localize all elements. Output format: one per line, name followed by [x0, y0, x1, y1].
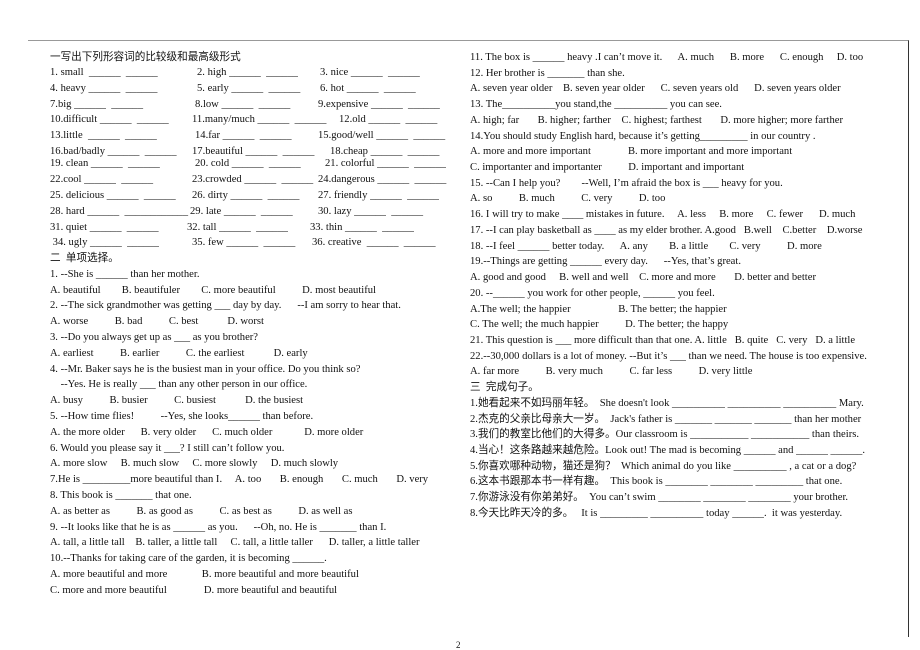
question-line: C. importanter and importanter D. import… — [470, 162, 745, 174]
question-line: 8. This book is _______ that one. — [50, 490, 192, 501]
question-line: --Yes. He is really ___ than any other p… — [50, 379, 308, 391]
exercise-item: 15.good/well ______ ______ — [318, 130, 446, 141]
exercise-item: 26. dirty ______ ______ — [192, 190, 300, 201]
question-line: 19.--Things are getting ______ every day… — [470, 256, 741, 268]
exercise-item: 22.cool ______ ______ — [50, 174, 153, 185]
question-line: 2.杰克的父亲比母亲大一岁。 Jack's father is _______ … — [470, 413, 862, 425]
question-line: 8.今天比昨天冷的多。 It is _________ __________ t… — [470, 507, 843, 519]
question-line: C. more and more beautiful D. more beaut… — [50, 584, 338, 596]
question-line: 17. --I can play basketball as ____ as m… — [470, 224, 863, 236]
question-line: A. good and good B. well and well C. mor… — [470, 272, 816, 284]
section-heading-3: 三 完成句子。 — [470, 382, 539, 394]
question-line: 7.你游泳没有你弟弟好。 You can’t swim ________ ___… — [470, 492, 849, 504]
question-line: 16. I will try to make ____ mistakes in … — [470, 209, 856, 221]
question-line: A. the more older B. very older C. much … — [50, 426, 364, 438]
exercise-item: 11.many/much ______ ______ — [192, 114, 327, 125]
exercise-item: 9.expensive ______ ______ — [318, 99, 440, 110]
question-line: 4. --Mr. Baker says he is the busiest ma… — [50, 363, 361, 375]
section-heading-1: 一写出下列形容词的比较级和最高级形式 — [50, 52, 241, 63]
question-line: A. earliest B. earlier C. the earliest D… — [50, 347, 308, 359]
section-heading-2: 二 单项选择。 — [50, 253, 119, 264]
exercise-item: 7.big ______ ______ — [50, 99, 143, 110]
exercise-item: 10.difficult ______ ______ — [50, 114, 169, 125]
question-line: A. as better as B. as good as C. as best… — [50, 505, 353, 517]
question-line: A. more slow B. much slow C. more slowly… — [50, 458, 339, 470]
question-line: A. high; far B. higher; farther C. highe… — [470, 114, 844, 126]
question-line: 1. --She is ______ than her mother. — [50, 268, 200, 280]
question-line: A. beautiful B. beautifuler C. more beau… — [50, 284, 376, 296]
exercise-item: 29. late ______ ______ — [190, 206, 293, 217]
question-line: A. tall, a little tall B. taller, a litt… — [50, 537, 420, 549]
question-line: 6. Would you please say it ___? I still … — [50, 442, 285, 454]
exercise-item: 30. lazy ______ ______ — [318, 206, 424, 217]
exercise-item: 13.little ______ ______ — [50, 130, 157, 141]
exercise-item: 33. thin ______ ______ — [310, 222, 414, 233]
exercise-item: 25. delicious ______ ______ — [50, 190, 176, 201]
question-line: 13. The__________you stand,the _________… — [470, 99, 722, 111]
exercise-item: 16.bad/badly ______ ______ — [50, 146, 177, 157]
question-line: A.The well; the happier B. The better; t… — [470, 303, 727, 315]
exercise-item: 12.old ______ ______ — [339, 114, 438, 125]
exercise-item: 27. friendly ______ ______ — [318, 190, 439, 201]
question-line: 11. The box is ______ heavy .I can’t mov… — [470, 52, 864, 63]
question-line: A. seven year older B. seven year older … — [470, 83, 841, 95]
exercise-item: 14.far ______ ______ — [195, 130, 292, 141]
question-line: 4.当心！这条路越来越危险。Look out! The mad is becom… — [470, 445, 865, 456]
exercise-item: 32. tall ______ ______ — [187, 222, 288, 233]
question-line: A. worse B. bad C. best D. worst — [50, 316, 264, 328]
question-line: 3.我们的教室比他们的大得多。Our classroom is ________… — [470, 429, 860, 441]
exercise-item: 17.beautiful ______ ______ — [192, 146, 315, 157]
question-line: 6.这本书跟那本书一样有趣。 This book is ________ ___… — [470, 476, 843, 488]
question-line: 21. This question is ___ more difficult … — [470, 334, 856, 346]
question-line: 14.You should study English hard, becaus… — [470, 130, 816, 142]
question-line: 10.--Thanks for taking care of the garde… — [50, 553, 327, 565]
exercise-item: 6. hot ______ ______ — [320, 83, 416, 94]
exercise-item: 35. few ______ ______ — [192, 237, 296, 248]
exercise-item: 2. high ______ ______ — [197, 67, 298, 78]
exercise-item: 8.low ______ ______ — [195, 99, 291, 110]
exercise-item: 5. early ______ ______ — [197, 83, 301, 94]
question-line: 1.她看起来不如玛丽年轻。 She doesn't look _________… — [470, 397, 864, 409]
page-number: 2 — [456, 640, 461, 650]
exercise-item: 31. quiet ______ ______ — [50, 222, 159, 233]
question-line: 5. --How time flies! --Yes, she looks___… — [50, 411, 314, 422]
question-line: A. more and more important B. more impor… — [470, 146, 793, 158]
exercise-item: 18.cheap ______ ______ — [330, 146, 440, 157]
question-line: A. busy B. busier C. busiest D. the busi… — [50, 395, 304, 407]
question-line: 2. --The sick grandmother was getting __… — [50, 300, 401, 312]
question-line: 9. --It looks like that he is as ______ … — [50, 521, 387, 533]
exercise-item: 34. ugly ______ ______ — [50, 237, 159, 248]
question-line: C. The well; the much happier D. The bet… — [470, 319, 729, 331]
exercise-item: 28. hard ______ ____________ — [50, 206, 189, 217]
question-line: 15. --Can I help you? --Well, I’m afraid… — [470, 177, 783, 189]
question-line: A. so B. much C. very D. too — [470, 193, 666, 205]
question-line: A. more beautiful and more B. more beaut… — [50, 569, 359, 580]
question-line: 5.你喜欢哪种动物，猫还是狗？ Which animal do you like… — [470, 460, 857, 472]
exercise-item: 20. cold ______ ______ — [195, 158, 301, 169]
question-line: 22.--30,000 dollars is a lot of money. -… — [470, 350, 867, 362]
exercise-item: 21. colorful ______ ______ — [325, 158, 446, 169]
question-line: 18. --I feel ______ better today. A. any… — [470, 240, 822, 252]
exercise-item: 19. clean ______ ______ — [50, 158, 160, 169]
exercise-item: 4. heavy ______ ______ — [50, 83, 158, 94]
exercise-item: 24.dangerous ______ ______ — [318, 174, 447, 185]
question-line: 7.He is _________more beautiful than I. … — [50, 474, 429, 486]
question-line: A. far more B. very much C. far less D. … — [470, 366, 753, 378]
exercise-item: 23.crowded ______ ______ — [192, 174, 314, 185]
exercise-item: 36. creative ______ ______ — [312, 237, 436, 248]
question-line: 3. --Do you always get up as ___ as you … — [50, 332, 259, 343]
exercise-item: 1. small ______ ______ — [50, 67, 158, 78]
question-line: 20. --______ you work for other people, … — [470, 287, 715, 299]
exercise-item: 3. nice ______ ______ — [320, 67, 420, 78]
question-line: 12. Her brother is _______ than she. — [470, 67, 625, 79]
